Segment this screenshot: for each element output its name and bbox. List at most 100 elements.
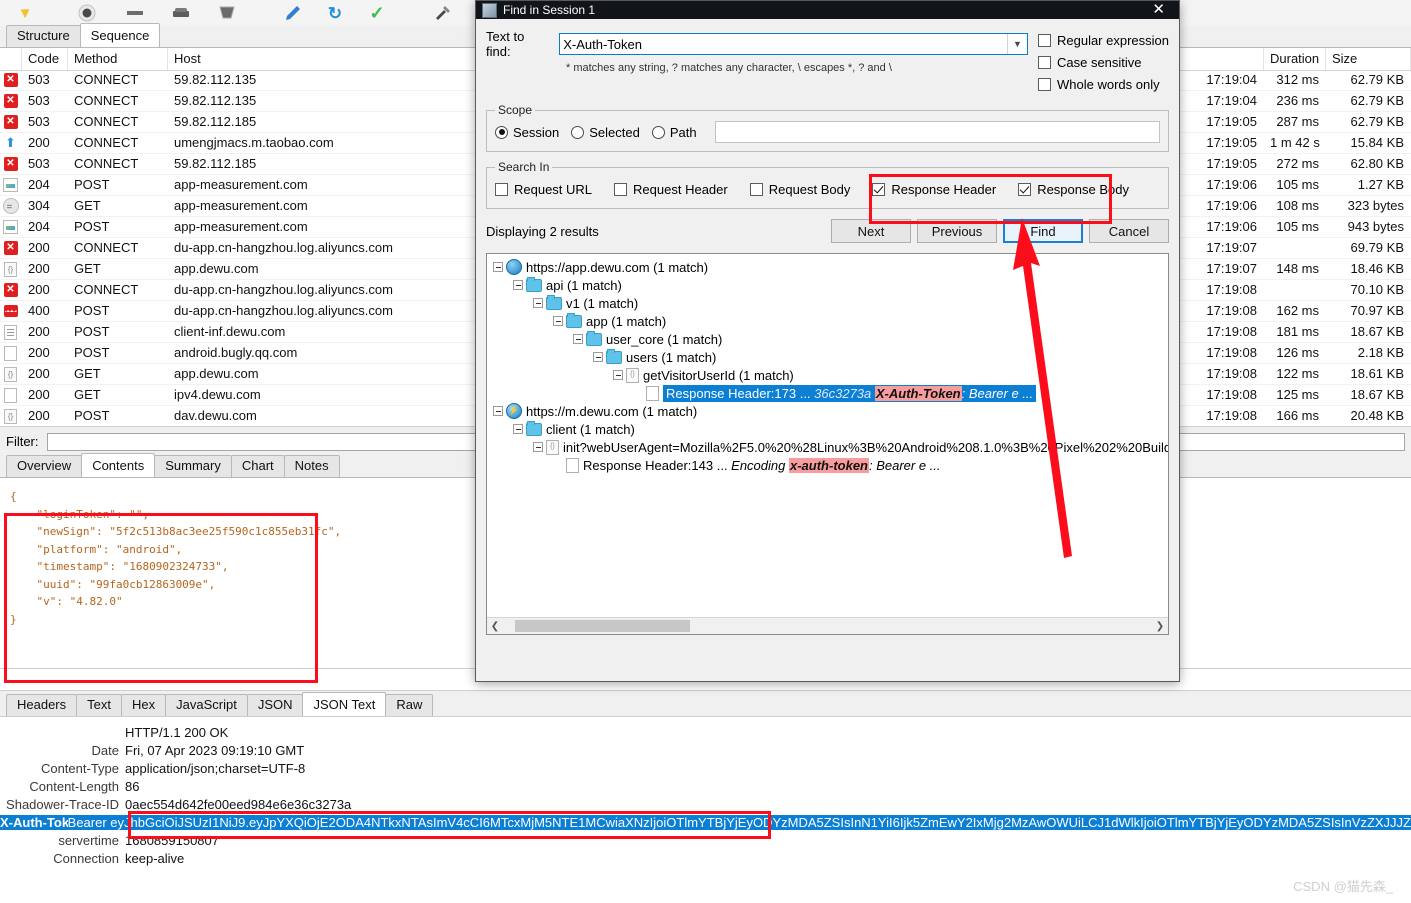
header-row[interactable]: servertime1680859150807 — [0, 831, 1411, 849]
radio-icon[interactable] — [571, 126, 584, 139]
header-row[interactable]: Content-Length86 — [0, 777, 1411, 795]
scroll-left-icon[interactable]: ❮ — [487, 621, 503, 632]
tab-structure[interactable]: Structure — [6, 25, 81, 47]
results-tree[interactable]: https://app.dewu.com (1 match)api (1 mat… — [486, 253, 1169, 635]
tree-node[interactable]: app (1 match) — [493, 312, 1168, 330]
checkbox-icon[interactable] — [614, 183, 627, 196]
flag-icon[interactable]: ▼ — [14, 2, 36, 24]
column-header-code[interactable]: Code — [22, 48, 68, 70]
results-tree-hscrollbar[interactable]: ❮ ❯ — [487, 617, 1168, 634]
tab-text[interactable]: Text — [76, 694, 122, 716]
checkbox-icon[interactable] — [1038, 34, 1051, 47]
tab-raw[interactable]: Raw — [385, 694, 433, 716]
column-header-duration[interactable]: Duration — [1264, 48, 1326, 70]
tab-notes[interactable]: Notes — [284, 455, 340, 477]
option-case-sensitive[interactable]: Case sensitive — [1038, 51, 1169, 73]
search-in-response-body[interactable]: Response Body — [1018, 178, 1129, 200]
tree-node[interactable]: users (1 match) — [493, 348, 1168, 366]
scope-radio-path[interactable]: Path — [652, 125, 697, 140]
search-in-request-header[interactable]: Request Header — [614, 178, 728, 200]
tree-node[interactable]: api (1 match) — [493, 276, 1168, 294]
tree-node[interactable]: client (1 match) — [493, 420, 1168, 438]
option-whole-words-only[interactable]: Whole words only — [1038, 73, 1169, 95]
scope-radio-session[interactable]: Session — [495, 125, 559, 140]
header-row[interactable]: DateFri, 07 Apr 2023 09:19:10 GMT — [0, 741, 1411, 759]
cancel-button[interactable]: Cancel — [1089, 219, 1169, 243]
tab-json[interactable]: JSON — [247, 694, 304, 716]
chevron-down-icon[interactable]: ▼ — [1007, 34, 1027, 54]
check-icon[interactable]: ✓ — [366, 2, 388, 24]
scroll-track[interactable] — [503, 619, 1152, 633]
tab-json-text[interactable]: JSON Text — [302, 692, 386, 716]
tree-node[interactable]: ⚡https://m.dewu.com (1 match) — [493, 402, 1168, 420]
tree-node[interactable]: {}getVisitorUserId (1 match) — [493, 366, 1168, 384]
column-header-method[interactable]: Method — [68, 48, 168, 70]
tree-collapse-icon[interactable] — [593, 352, 603, 362]
tree-collapse-icon[interactable] — [513, 424, 523, 434]
scope-path-input[interactable] — [715, 121, 1160, 143]
checkbox-icon[interactable] — [1038, 78, 1051, 91]
checkbox-icon[interactable] — [750, 183, 763, 196]
tunnel-icon[interactable] — [170, 2, 192, 24]
record-icon[interactable] — [76, 2, 98, 24]
header-row[interactable]: X-Auth-TokenBearer eyJhbGciOiJSUzI1NiJ9.… — [0, 813, 1411, 831]
radio-icon[interactable] — [495, 126, 508, 139]
tools-icon[interactable] — [432, 2, 454, 24]
row-code: 200 — [22, 238, 68, 258]
close-icon[interactable]: ✕ — [1144, 1, 1173, 19]
tree-node[interactable]: Response Header:143 ... Encoding x-auth-… — [493, 456, 1168, 474]
header-row[interactable]: HTTP/1.1 200 OK — [0, 723, 1411, 741]
text-to-find-input[interactable] — [560, 35, 1007, 53]
search-in-response-header[interactable]: Response Header — [872, 178, 996, 200]
tab-contents[interactable]: Contents — [81, 453, 155, 477]
tree-node[interactable]: Response Header:173 ... 36c3273a X-Auth-… — [493, 384, 1168, 402]
tree-collapse-icon[interactable] — [553, 316, 563, 326]
radio-icon[interactable] — [652, 126, 665, 139]
tree-collapse-icon[interactable] — [573, 334, 583, 344]
tab-chart[interactable]: Chart — [231, 455, 285, 477]
checkbox-icon[interactable] — [872, 183, 885, 196]
tab-summary[interactable]: Summary — [154, 455, 232, 477]
refresh-icon[interactable]: ↻ — [324, 2, 346, 24]
next-button[interactable]: Next — [831, 219, 911, 243]
tab-hex[interactable]: Hex — [121, 694, 166, 716]
column-header-icon[interactable] — [0, 48, 22, 70]
tab-overview[interactable]: Overview — [6, 455, 82, 477]
scroll-thumb[interactable] — [515, 620, 690, 632]
search-in-request-body[interactable]: Request Body — [750, 178, 851, 200]
pen-icon[interactable] — [282, 2, 304, 24]
row-size: 1.27 KB — [1326, 175, 1411, 195]
tree-collapse-icon[interactable] — [613, 370, 623, 380]
scope-radio-selected[interactable]: Selected — [571, 125, 640, 140]
checkbox-icon[interactable] — [495, 183, 508, 196]
header-row[interactable]: Content-Typeapplication/json;charset=UTF… — [0, 759, 1411, 777]
text-to-find-combo[interactable]: ▼ — [559, 33, 1028, 55]
tree-collapse-icon[interactable] — [533, 298, 543, 308]
checkbox-icon[interactable] — [1018, 183, 1031, 196]
tree-collapse-icon[interactable] — [513, 280, 523, 290]
tree-collapse-icon[interactable] — [533, 442, 543, 452]
tab-headers[interactable]: Headers — [6, 694, 77, 716]
header-row[interactable]: Shadower-Trace-ID0aec554d642fe00eed984e6… — [0, 795, 1411, 813]
scroll-right-icon[interactable]: ❯ — [1152, 621, 1168, 632]
header-row[interactable]: Connectionkeep-alive — [0, 849, 1411, 867]
tree-node[interactable]: {}init?webUserAgent=Mozilla%2F5.0%20%28L… — [493, 438, 1168, 456]
checkbox-icon[interactable] — [1038, 56, 1051, 69]
clear-icon[interactable] — [124, 2, 146, 24]
row-status-icon-cell: ✕ — [0, 73, 22, 87]
tree-node[interactable]: v1 (1 match) — [493, 294, 1168, 312]
column-header-time[interactable] — [1174, 48, 1264, 70]
previous-button[interactable]: Previous — [917, 219, 997, 243]
column-header-size[interactable]: Size — [1326, 48, 1411, 70]
search-in-request-url[interactable]: Request URL — [495, 178, 592, 200]
tree-node[interactable]: https://app.dewu.com (1 match) — [493, 258, 1168, 276]
tree-collapse-icon[interactable] — [493, 262, 503, 272]
find-button[interactable]: Find — [1003, 219, 1083, 243]
shield-icon[interactable] — [216, 2, 238, 24]
tree-node[interactable]: user_core (1 match) — [493, 330, 1168, 348]
tree-collapse-icon[interactable] — [493, 406, 503, 416]
dialog-titlebar[interactable]: Find in Session 1 ✕ — [476, 1, 1179, 19]
tab-sequence[interactable]: Sequence — [80, 23, 161, 47]
option-regular-expression[interactable]: Regular expression — [1038, 29, 1169, 51]
tab-javascript[interactable]: JavaScript — [165, 694, 248, 716]
